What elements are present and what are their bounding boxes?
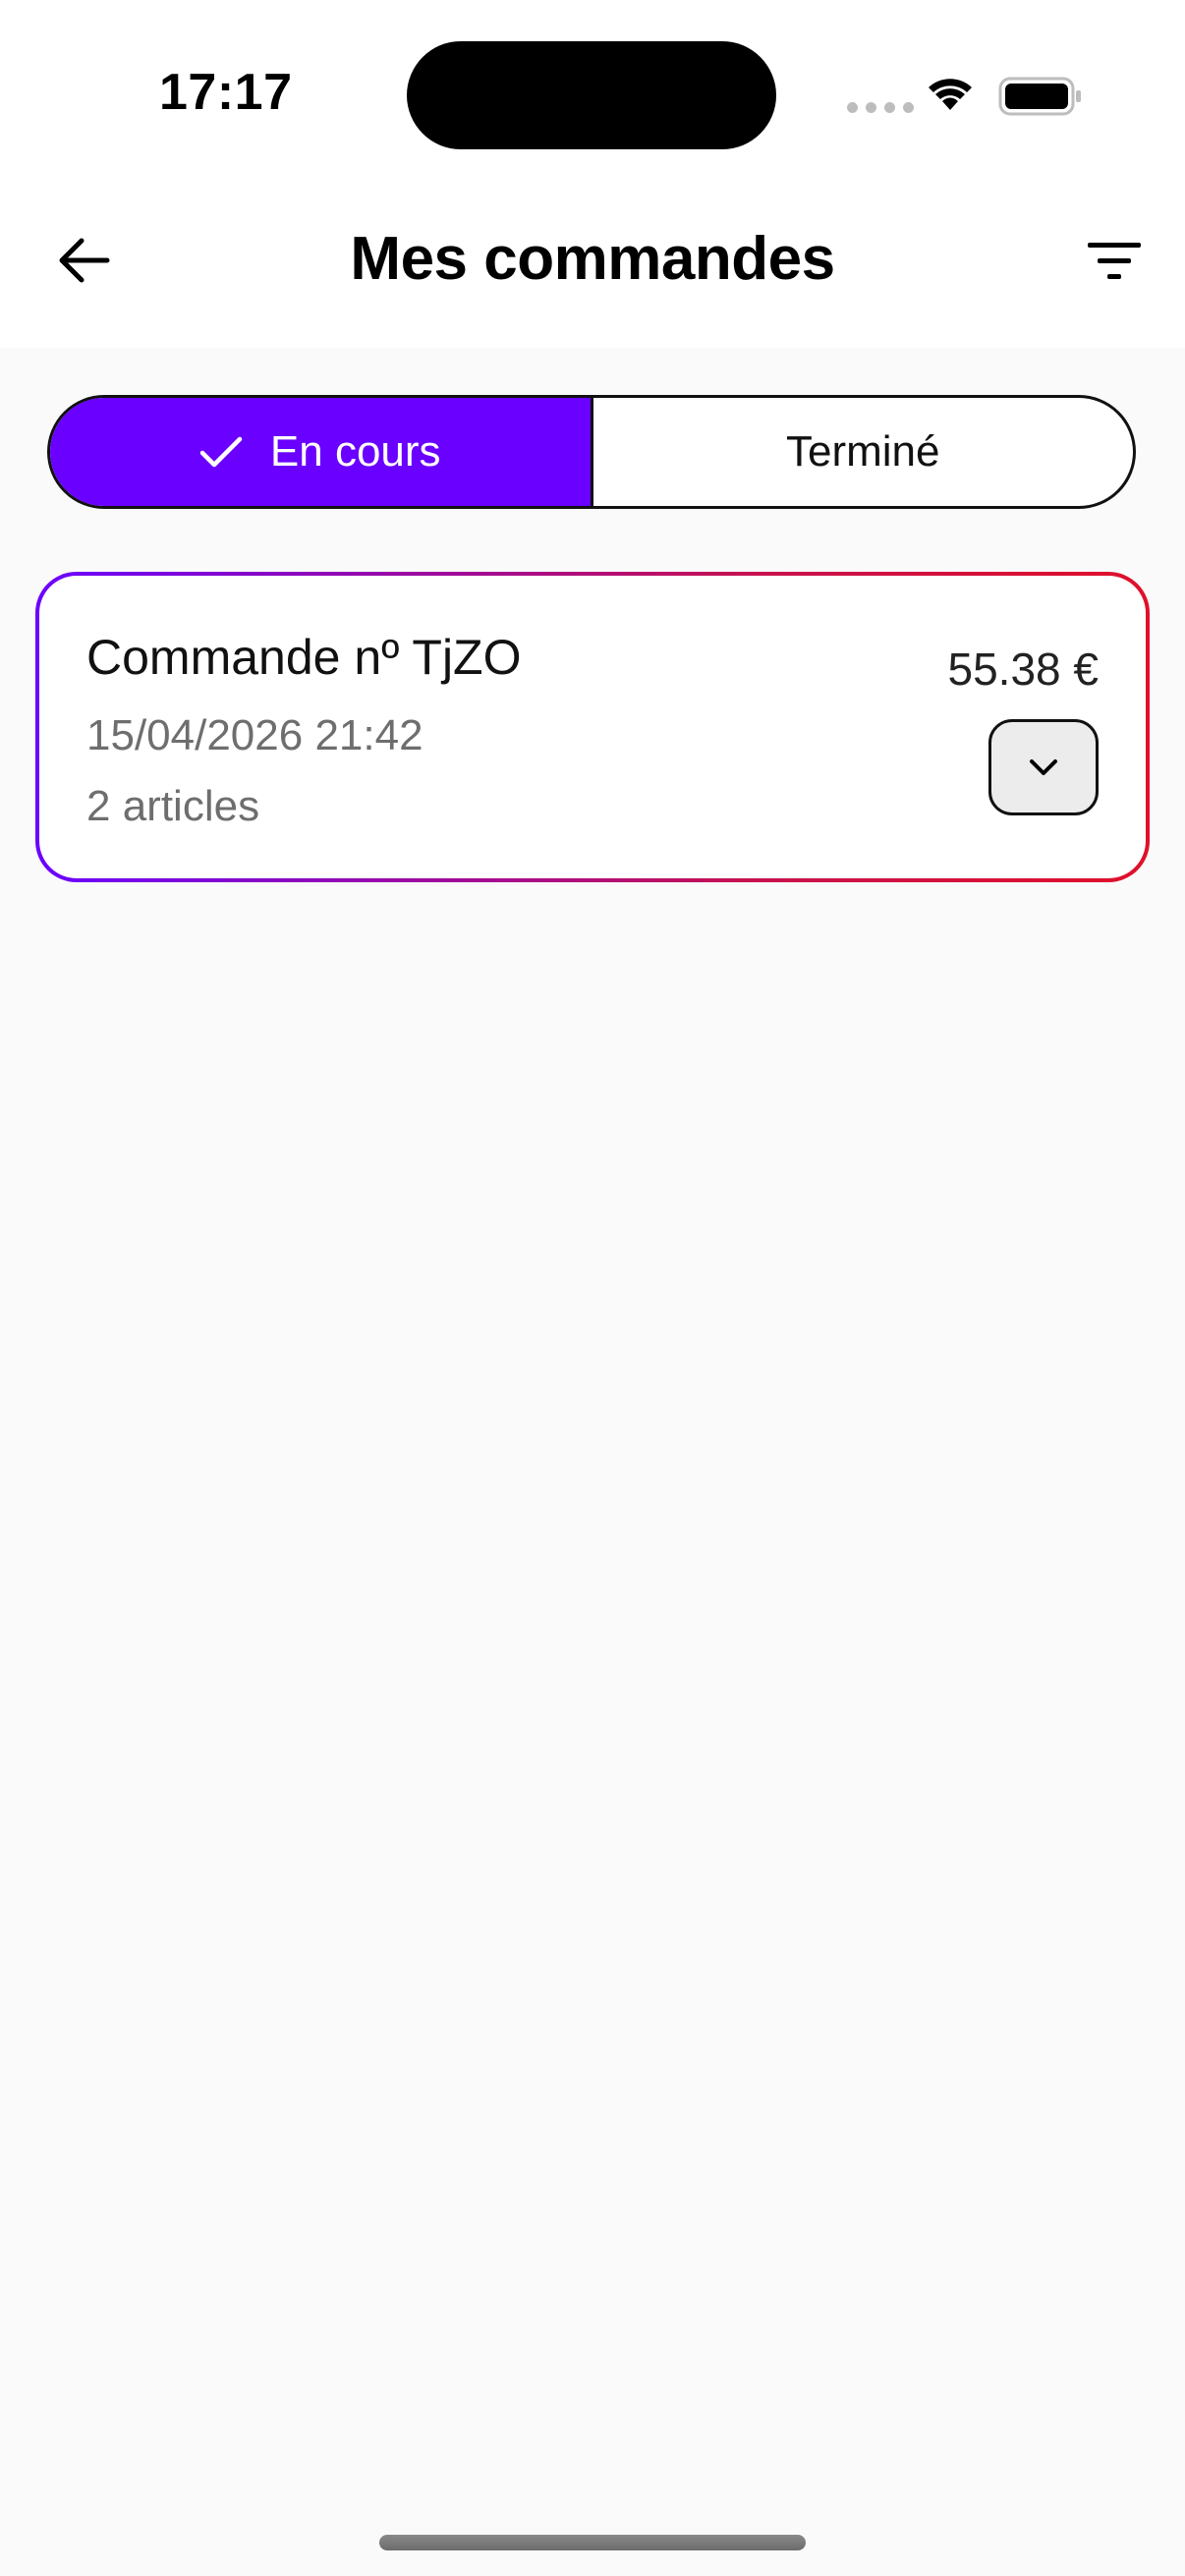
order-status-tabs: En cours Terminé [47, 395, 1136, 509]
wifi-icon [926, 73, 975, 117]
order-price: 55.38 € [947, 644, 1099, 695]
status-bar: 17:17 [0, 0, 1185, 187]
tab-label: Terminé [786, 427, 940, 476]
battery-icon [998, 77, 1083, 121]
home-indicator[interactable] [379, 2535, 806, 2550]
chevron-down-icon [1030, 759, 1057, 775]
order-item-count: 2 articles [86, 782, 260, 830]
order-date: 15/04/2026 21:42 [86, 711, 423, 759]
tab-termine[interactable]: Terminé [593, 398, 1134, 506]
order-title: Commande nº TjZO [86, 630, 522, 685]
tab-label: En cours [269, 427, 441, 476]
app-header: Mes commandes [0, 187, 1185, 348]
order-card[interactable]: Commande nº TjZO 15/04/2026 21:42 2 arti… [35, 572, 1150, 882]
order-card-body: Commande nº TjZO 15/04/2026 21:42 2 arti… [39, 576, 1146, 878]
cellular-signal-icon [847, 102, 914, 113]
status-time: 17:17 [159, 64, 293, 121]
tab-en-cours[interactable]: En cours [50, 398, 593, 506]
filter-icon [1088, 243, 1141, 279]
page-title: Mes commandes [350, 225, 835, 293]
expand-order-button[interactable] [988, 719, 1099, 815]
filter-button[interactable] [1077, 230, 1152, 293]
check-icon [199, 435, 243, 469]
dynamic-island [407, 41, 776, 149]
